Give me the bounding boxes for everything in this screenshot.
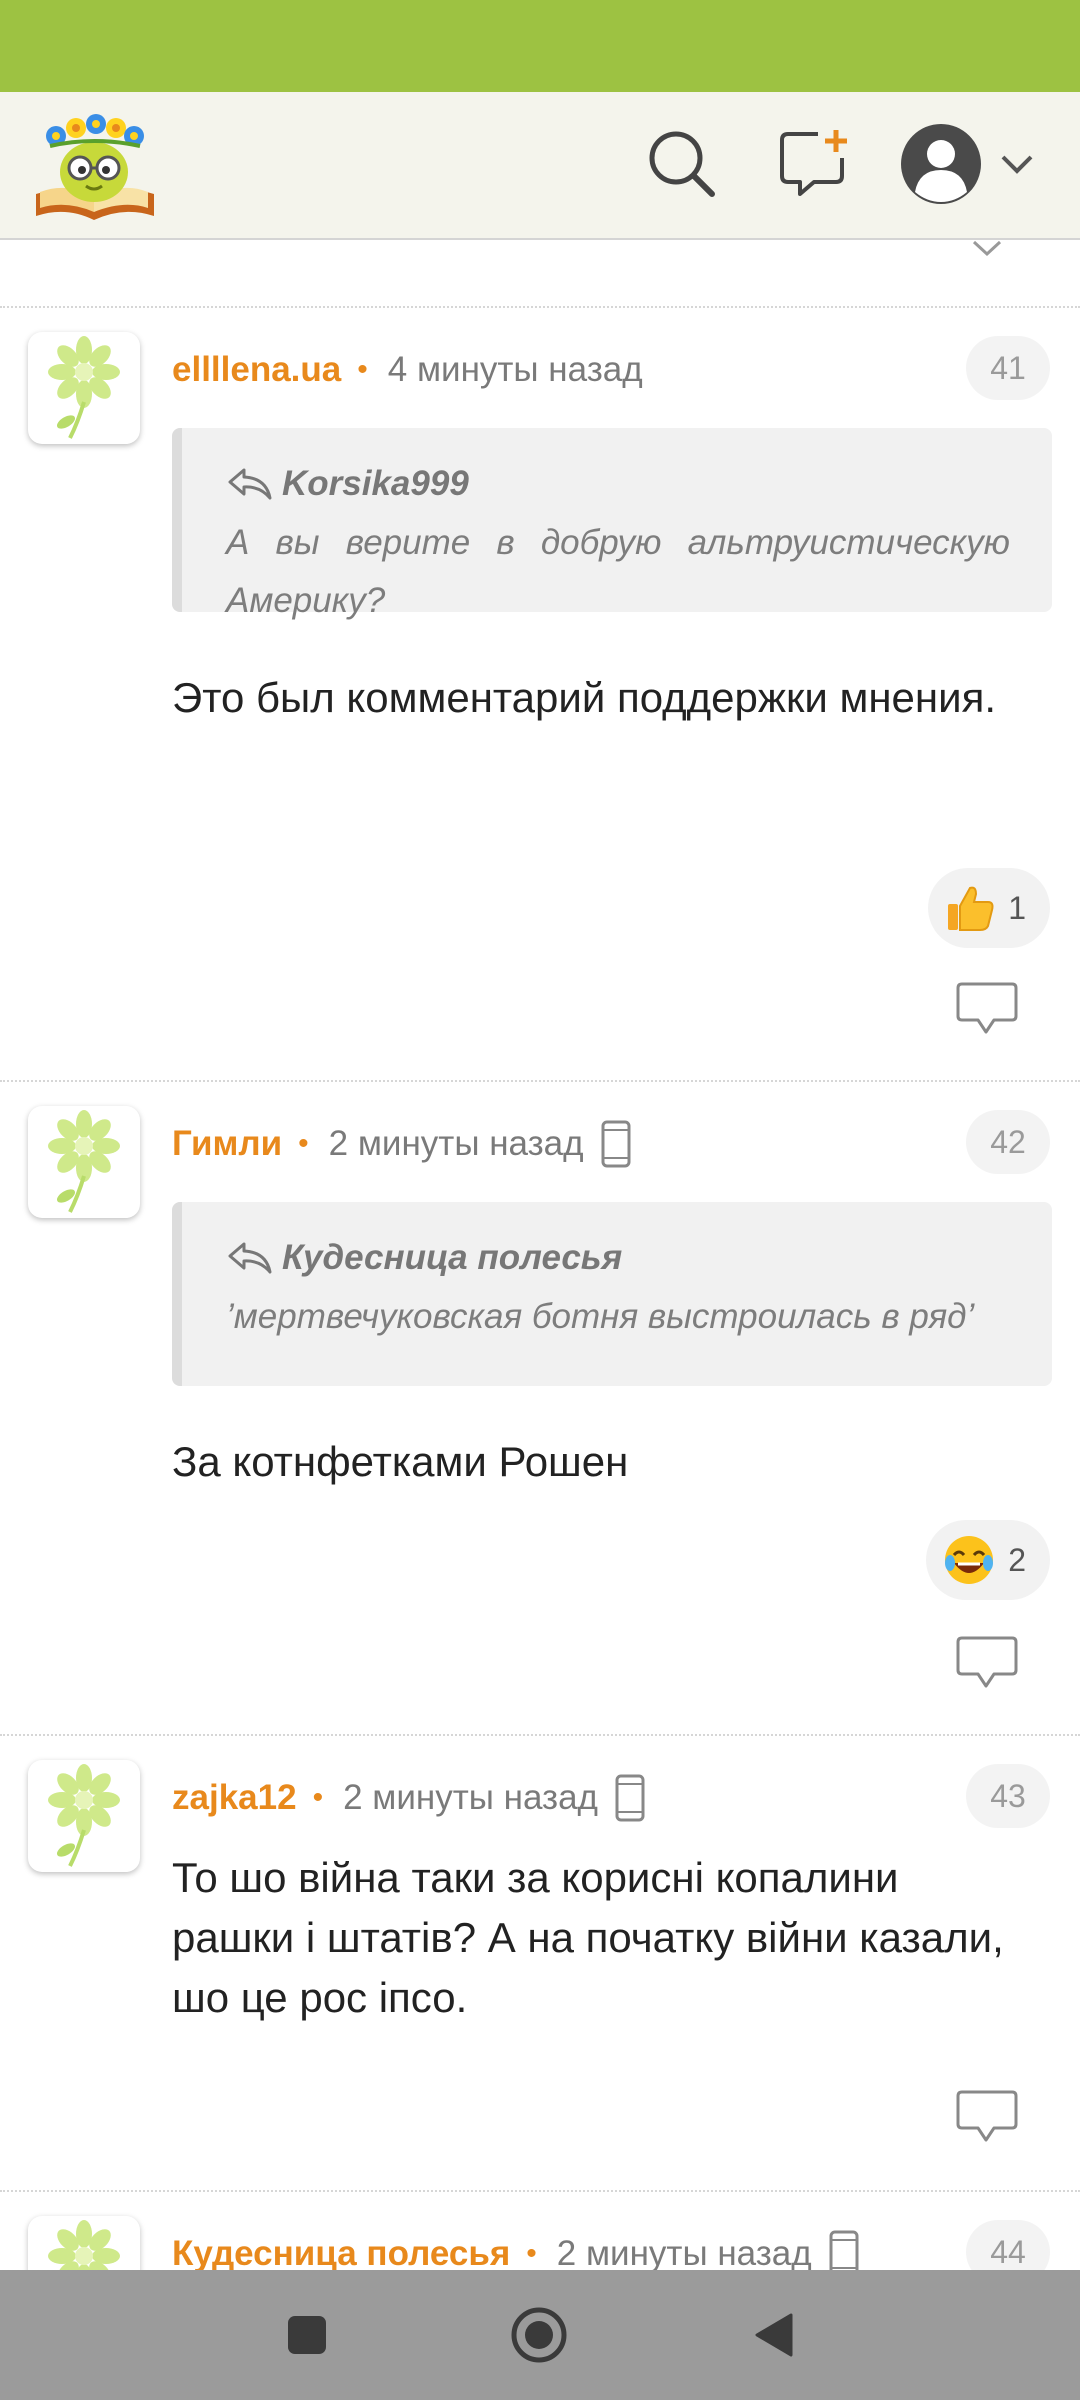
reaction-count: 2: [1008, 1541, 1026, 1578]
search-button[interactable]: [640, 122, 724, 206]
flower-avatar-icon: [48, 2220, 120, 2270]
reply-comment-icon[interactable]: [956, 1634, 1018, 1690]
search-icon: [649, 131, 715, 197]
site-logo[interactable]: [30, 106, 160, 224]
quote-block: Korsika999 А вы верите в добрую альтруис…: [172, 428, 1052, 620]
comment-item: ellllena.ua • 4 минуты назад 41 Korsika9…: [0, 306, 1080, 1080]
comment-meta: ellllena.ua • 4 минуты назад: [172, 350, 643, 390]
comment-item: Гимли • 2 минуты назад 42 Кудесница поле…: [0, 1080, 1080, 1734]
comment-meta: Кудесница полесья • 2 минуты назад: [172, 2230, 860, 2270]
quote-block: Кудесница полесья ’мертвечуковская ботня…: [172, 1202, 1052, 1386]
back-triangle-icon: [755, 2313, 793, 2357]
comment-item: Кудесница полесья • 2 минуты назад 44: [0, 2190, 1080, 2270]
flower-avatar-icon: [48, 1764, 120, 1867]
avatar[interactable]: [28, 1760, 140, 1872]
avatar[interactable]: [28, 1106, 140, 1218]
comment-item: zajka12 • 2 минуты назад 43 То шо війна …: [0, 1734, 1080, 2190]
comment-text: За котнфетками Рошен: [172, 1438, 629, 1485]
comment-text: Это был комментарий поддержки мнения.: [172, 674, 996, 721]
mobile-device-icon: [614, 1774, 646, 1822]
quote-text: ’мертвечуковская ботня выстроилась в ряд…: [226, 1297, 975, 1336]
comment-author[interactable]: zajka12: [172, 1778, 297, 1818]
flower-avatar-icon: [48, 336, 120, 439]
comment-author[interactable]: ellllena.ua: [172, 350, 341, 390]
comment-time: 2 минуты назад: [328, 1124, 584, 1163]
thumbs-up-icon: [948, 886, 994, 931]
reply-comment-icon[interactable]: [956, 2088, 1018, 2144]
reply-arrow-icon: [228, 468, 272, 500]
comment-number[interactable]: 43: [966, 1764, 1050, 1828]
new-message-button[interactable]: [772, 122, 856, 206]
comment-meta: zajka12 • 2 минуты назад: [172, 1774, 646, 1822]
reaction-thumbs-up[interactable]: 1: [928, 868, 1050, 948]
laughing-face-icon: [945, 1536, 994, 1584]
comment-time: 2 минуты назад: [343, 1778, 598, 1817]
app-header: [0, 92, 1080, 240]
flower-avatar-icon: [48, 1110, 120, 1213]
home-circle-icon: [511, 2307, 567, 2363]
home-button[interactable]: [504, 2300, 574, 2370]
chevron-down-icon[interactable]: [970, 240, 1004, 260]
comment-meta: Гимли • 2 минуты назад: [172, 1120, 632, 1168]
separator-dot: •: [298, 1127, 309, 1160]
comment-time: 2 минуты назад: [556, 2234, 812, 2270]
comment-author[interactable]: Кудесница полесья: [172, 2234, 510, 2270]
square-icon: [288, 2316, 326, 2354]
status-bar: [0, 0, 1080, 92]
chevron-down-icon: [1001, 155, 1033, 174]
recent-apps-button[interactable]: [272, 2300, 342, 2370]
mobile-device-icon: [600, 1120, 632, 1168]
mobile-device-icon: [828, 2230, 860, 2270]
separator-dot: •: [312, 1781, 324, 1814]
comments-feed[interactable]: ellllena.ua • 4 минуты назад 41 Korsika9…: [0, 240, 1080, 2270]
comment-number[interactable]: 41: [966, 336, 1050, 400]
comment-text: То шо війна таки за корисні копалини раш…: [172, 1854, 1004, 2021]
reply-comment-icon[interactable]: [956, 980, 1018, 1036]
reply-arrow-icon: [228, 1242, 272, 1274]
back-button[interactable]: [738, 2300, 808, 2370]
quote-text: А вы верите в добрую альтруистическую Ам…: [226, 523, 1010, 620]
comment-number[interactable]: 44: [966, 2220, 1050, 2270]
comment-time: 4 минуты назад: [387, 350, 643, 389]
user-avatar-icon: [901, 124, 981, 204]
reaction-laughing[interactable]: 2: [926, 1520, 1050, 1600]
reaction-count: 1: [1008, 889, 1026, 926]
comment-author[interactable]: Гимли: [172, 1124, 282, 1164]
avatar[interactable]: [28, 332, 140, 444]
separator-dot: •: [357, 353, 368, 386]
system-nav-bar: [0, 2270, 1080, 2400]
new-message-icon: [780, 130, 847, 196]
quote-author[interactable]: Korsika999: [282, 464, 469, 504]
avatar[interactable]: [28, 2216, 140, 2270]
comment-number[interactable]: 42: [966, 1110, 1050, 1174]
quote-author[interactable]: Кудесница полесья: [282, 1238, 622, 1278]
profile-menu-button[interactable]: [898, 122, 1038, 206]
separator-dot: •: [526, 2237, 537, 2270]
